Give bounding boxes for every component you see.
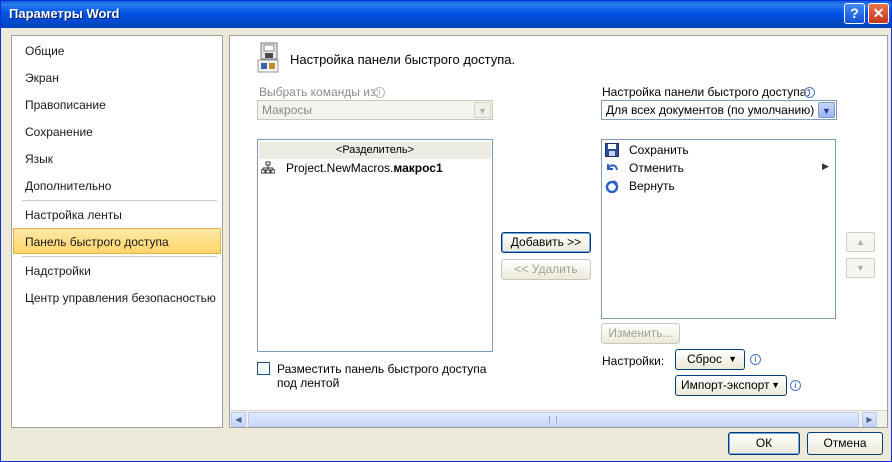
scrollbar-grip (549, 416, 557, 423)
add-button[interactable]: Добавить >> (501, 232, 591, 253)
list-item-macro[interactable]: Project.NewMacros.макрос1 (286, 161, 443, 175)
below-ribbon-label: Разместить панель быстрого доступа под л… (277, 362, 487, 390)
save-icon (605, 143, 619, 157)
remove-button[interactable]: << Удалить (501, 259, 591, 280)
sidebar-divider (22, 256, 217, 257)
sidebar-item-proofing[interactable]: Правописание (12, 92, 222, 118)
choose-commands-dropdown: Макросы ▼ (257, 100, 493, 120)
title-bar[interactable]: Параметры Word ? ✕ (1, 1, 891, 28)
settings-label: Настройки: (602, 354, 665, 368)
info-icon: i (750, 354, 761, 365)
horizontal-scrollbar[interactable]: ◀ ▶ (230, 410, 887, 427)
reset-label: Сброс (687, 352, 722, 366)
customize-toolbar-dropdown[interactable]: Для всех документов (по умолчанию) ▼ (601, 100, 837, 120)
macro-prefix: Project.NewMacros. (286, 161, 394, 175)
chevron-down-icon[interactable]: ▼ (818, 102, 835, 118)
choose-commands-value: Макросы (262, 103, 313, 117)
page-heading: Настройка панели быстрого доступа. (290, 52, 516, 67)
sidebar-item-save[interactable]: Сохранение (12, 119, 222, 145)
window-title: Параметры Word (9, 6, 120, 21)
customize-toolbar-value: Для всех документов (по умолчанию) (606, 103, 815, 117)
import-export-button[interactable]: Импорт-экспорт ▼ (675, 375, 787, 396)
customize-toolbar-label: Настройка панели быстрого доступа: (602, 85, 810, 99)
chevron-down-icon: ▼ (728, 354, 737, 364)
available-commands-list[interactable]: <Разделитель> Project.NewMacros.макрос1 (257, 139, 493, 352)
sidebar-item-display[interactable]: Экран (12, 65, 222, 91)
toolbar-commands-list[interactable]: Сохранить Отменить ▶ Вернуть (601, 139, 836, 319)
sidebar-item-general[interactable]: Общие (12, 38, 222, 64)
sidebar-item-language[interactable]: Язык (12, 146, 222, 172)
main-panel: Настройка панели быстрого доступа. Выбра… (229, 35, 888, 428)
close-button[interactable]: ✕ (868, 3, 889, 24)
scrollbar-thumb[interactable] (248, 412, 859, 427)
undo-icon (607, 164, 618, 171)
chevron-down-icon: ▼ (474, 102, 491, 118)
list-item-separator[interactable]: <Разделитель> (259, 142, 491, 159)
info-icon: i (374, 87, 385, 98)
list-item-undo[interactable]: Отменить (629, 161, 684, 175)
choose-commands-label: Выбрать команды из: (259, 85, 379, 99)
below-ribbon-checkbox[interactable] (257, 362, 270, 375)
info-icon: i (804, 87, 815, 98)
sidebar-item-advanced[interactable]: Дополнительно (12, 173, 222, 199)
scroll-right-button[interactable]: ▶ (862, 412, 877, 427)
move-down-button[interactable]: ▼ (846, 258, 875, 278)
macro-icon (261, 161, 275, 174)
reset-button[interactable]: Сброс ▼ (675, 349, 745, 370)
help-button[interactable]: ? (844, 3, 865, 24)
submenu-arrow-icon: ▶ (822, 161, 829, 171)
cancel-button[interactable]: Отмена (807, 432, 883, 455)
modify-button[interactable]: Изменить... (601, 323, 680, 344)
ok-button[interactable]: ОК (728, 432, 800, 455)
list-item-redo[interactable]: Вернуть (629, 179, 675, 193)
sidebar-item-trust-center[interactable]: Центр управления безопасностью (12, 285, 222, 311)
scroll-left-button[interactable]: ◀ (231, 412, 246, 427)
list-item-save[interactable]: Сохранить (629, 143, 689, 157)
quick-access-toolbar-icon (257, 42, 279, 73)
sidebar-item-customize-ribbon[interactable]: Настройка ленты (12, 202, 222, 228)
macro-name: макрос1 (393, 161, 443, 175)
sidebar: Общие Экран Правописание Сохранение Язык… (11, 35, 223, 428)
sidebar-item-add-ins[interactable]: Надстройки (12, 258, 222, 284)
options-dialog: Параметры Word ? ✕ Общие Экран Правописа… (0, 0, 892, 462)
redo-icon (605, 180, 619, 193)
move-up-button[interactable]: ▲ (846, 232, 875, 252)
chevron-down-icon: ▼ (771, 380, 780, 390)
import-export-label: Импорт-экспорт (681, 378, 770, 392)
info-icon: i (790, 380, 801, 391)
sidebar-divider (22, 200, 217, 201)
separator-label: <Разделитель> (335, 144, 415, 156)
sidebar-item-quick-access-toolbar[interactable]: Панель быстрого доступа (13, 228, 221, 254)
